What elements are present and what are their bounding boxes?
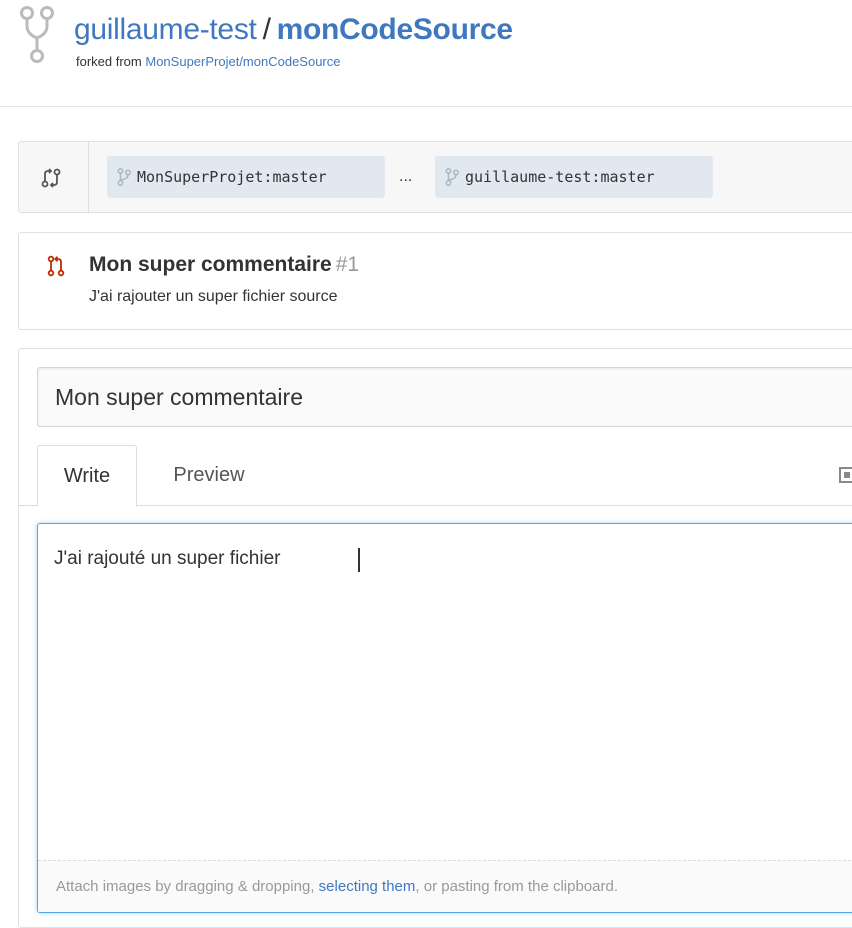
head-branch-label: guillaume-test:master bbox=[465, 168, 655, 186]
tab-write[interactable]: Write bbox=[37, 445, 137, 507]
base-branch-selector[interactable]: MonSuperProjet:master bbox=[107, 156, 385, 198]
drop-hint-prefix: Attach images by dragging & dropping, bbox=[56, 878, 319, 895]
comment-editor: J'ai rajouté un super fichier Attach ima… bbox=[37, 523, 852, 913]
forked-from-label: forked from bbox=[76, 54, 142, 69]
compare-bar: MonSuperProjet:master ... guillaume-test… bbox=[18, 141, 852, 213]
repo-separator: / bbox=[262, 13, 271, 46]
text-caret bbox=[358, 548, 360, 572]
repo-owner-link[interactable]: guillaume-test bbox=[74, 13, 257, 46]
git-pull-request-icon bbox=[47, 255, 65, 277]
drop-hint-suffix: , or pasting from the clipboard. bbox=[415, 878, 618, 895]
repo-header: guillaume-test / monCodeSource forked from… bbox=[0, 0, 852, 107]
git-branch-icon bbox=[117, 168, 131, 186]
pr-form: Write Preview J'ai rajouté un super fich… bbox=[18, 348, 852, 928]
attach-drop-zone[interactable]: Attach images by dragging & dropping, se… bbox=[38, 860, 852, 912]
compare-ellipsis: ... bbox=[399, 168, 413, 185]
pr-description: J'ai rajouter un super fichier source bbox=[89, 288, 338, 305]
git-compare-icon bbox=[41, 168, 61, 188]
git-branch-icon bbox=[445, 168, 459, 186]
forked-source-link[interactable]: MonSuperProjet/monCodeSource bbox=[145, 54, 340, 69]
pr-title-text: Mon super commentaire bbox=[89, 253, 332, 276]
pr-title-input[interactable] bbox=[37, 367, 852, 427]
pr-title: Mon super commentaire #1 bbox=[89, 253, 359, 277]
compare-toggle[interactable] bbox=[19, 142, 89, 212]
tab-preview[interactable]: Preview bbox=[149, 445, 269, 506]
repo-name-link[interactable]: monCodeSource bbox=[277, 13, 513, 46]
pr-number: #1 bbox=[335, 253, 360, 276]
pr-summary: Mon super commentaire #1 J'ai rajouter un… bbox=[18, 232, 852, 330]
editor-tabs: Write Preview bbox=[19, 445, 852, 507]
forked-from-line: forked from MonSuperProjet/monCodeSource bbox=[76, 53, 340, 71]
head-branch-selector[interactable]: guillaume-test:master bbox=[435, 156, 713, 198]
repo-forked-icon bbox=[20, 6, 54, 63]
base-branch-label: MonSuperProjet:master bbox=[137, 168, 327, 186]
repo-title: guillaume-test / monCodeSource bbox=[74, 12, 513, 48]
fullscreen-icon[interactable] bbox=[839, 467, 852, 483]
select-files-link[interactable]: selecting them bbox=[319, 878, 416, 895]
comment-body-textarea[interactable]: J'ai rajouté un super fichier bbox=[38, 524, 852, 860]
